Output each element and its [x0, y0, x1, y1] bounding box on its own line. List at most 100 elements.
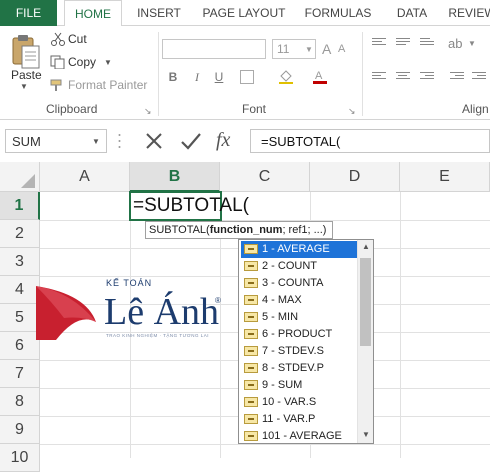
font-color-icon[interactable]: A: [312, 68, 328, 84]
grid-line: [400, 192, 401, 458]
row-header-10[interactable]: 10: [0, 444, 40, 472]
align-left-icon[interactable]: [372, 72, 386, 84]
align-center-icon[interactable]: [396, 72, 410, 84]
logo-subtitle: TRAO KINH NGHIỆM · TẶNG TƯƠNG LAI: [106, 333, 210, 338]
align-bottom-icon[interactable]: [420, 38, 434, 50]
group-separator: [362, 32, 363, 116]
align-top-icon[interactable]: [372, 38, 386, 50]
autocomplete-item[interactable]: 5 - MIN: [241, 309, 357, 326]
logo-name: Lê Ánh: [104, 291, 220, 333]
paste-button[interactable]: [9, 34, 43, 70]
decrease-indent-icon[interactable]: [450, 72, 464, 84]
clipboard-group-label: Clipboard: [46, 102, 98, 116]
cut-button[interactable]: Cut: [68, 32, 87, 46]
italic-button[interactable]: I: [188, 70, 206, 85]
format-painter-button[interactable]: Format Painter: [68, 78, 147, 92]
borders-icon[interactable]: [240, 70, 254, 84]
autocomplete-item[interactable]: 7 - STDEV.S: [241, 343, 357, 360]
font-size-combo[interactable]: 11 ▼: [272, 39, 316, 59]
tab-formulas[interactable]: FORMULAS: [298, 0, 378, 26]
copy-icon[interactable]: [50, 55, 66, 70]
tooltip-function-name[interactable]: SUBTOTAL(: [149, 224, 210, 236]
fill-color-icon[interactable]: [278, 68, 294, 84]
active-cell-b1[interactable]: =SUBTOTAL(: [129, 191, 249, 221]
tab-review[interactable]: REVIEW: [446, 0, 490, 26]
cut-icon[interactable]: [50, 32, 66, 46]
autocomplete-scrollbar[interactable]: ▲ ▼: [357, 240, 373, 443]
orientation-icon[interactable]: ab: [448, 36, 462, 51]
watermark-logo: KẾ TOÁN Lê Ánh ® TRAO KINH NGHIỆM · TẶNG…: [34, 278, 234, 342]
function-icon: [244, 329, 258, 339]
function-icon: [244, 346, 258, 356]
row-header-1[interactable]: 1: [0, 192, 40, 220]
autocomplete-item[interactable]: 1 - AVERAGE: [241, 241, 357, 258]
cancel-icon[interactable]: [144, 131, 164, 151]
copy-button[interactable]: Copy: [68, 55, 96, 69]
function-autocomplete-list[interactable]: 1 - AVERAGE 2 - COUNT 3 - COUNTA 4 - MAX…: [238, 239, 374, 444]
autocomplete-item[interactable]: 9 - SUM: [241, 377, 357, 394]
row-header-3[interactable]: 3: [0, 248, 40, 276]
column-header-b[interactable]: B: [130, 162, 220, 192]
font-launcher-icon[interactable]: ↘: [348, 106, 356, 117]
orientation-dropdown-icon[interactable]: ▼: [468, 39, 476, 48]
autocomplete-item[interactable]: 2 - COUNT: [241, 258, 357, 275]
format-painter-icon[interactable]: [50, 78, 66, 92]
alignment-group-label: Align: [462, 102, 489, 116]
svg-text:A: A: [315, 70, 323, 82]
select-all-corner[interactable]: [0, 162, 40, 192]
clipboard-launcher-icon[interactable]: ↘: [144, 106, 152, 117]
paste-icon: [12, 35, 40, 69]
autocomplete-item[interactable]: 8 - STDEV.P: [241, 360, 357, 377]
column-header-a[interactable]: A: [40, 162, 130, 192]
increase-font-icon[interactable]: A: [322, 41, 331, 57]
autocomplete-item[interactable]: 4 - MAX: [241, 292, 357, 309]
function-icon: [244, 363, 258, 373]
row-header-8[interactable]: 8: [0, 388, 40, 416]
row-header-2[interactable]: 2: [0, 220, 40, 248]
column-header-c[interactable]: C: [220, 162, 310, 192]
column-header-d[interactable]: D: [310, 162, 400, 192]
autocomplete-item[interactable]: 11 - VAR.P: [241, 411, 357, 428]
tab-insert[interactable]: INSERT: [128, 0, 190, 26]
copy-dropdown-icon[interactable]: ▼: [104, 58, 112, 67]
autocomplete-item[interactable]: 6 - PRODUCT: [241, 326, 357, 343]
underline-button[interactable]: U: [210, 70, 228, 84]
insert-function-button[interactable]: fx: [216, 129, 230, 152]
autocomplete-item[interactable]: 3 - COUNTA: [241, 275, 357, 292]
function-icon: [244, 397, 258, 407]
bold-button[interactable]: B: [164, 70, 182, 84]
tab-file[interactable]: FILE: [0, 0, 57, 26]
formula-text: =SUBTOTAL(: [261, 134, 341, 149]
row-header-7[interactable]: 7: [0, 360, 40, 388]
formula-input[interactable]: =SUBTOTAL(: [250, 129, 490, 153]
tab-home[interactable]: HOME: [64, 0, 122, 27]
decrease-font-icon[interactable]: A: [338, 43, 345, 55]
align-middle-icon[interactable]: [396, 38, 410, 50]
font-group-label: Font: [242, 102, 267, 116]
function-tooltip[interactable]: SUBTOTAL(function_num; ref1; ...): [145, 221, 333, 239]
scroll-up-arrow-icon[interactable]: ▲: [358, 242, 374, 251]
paste-label[interactable]: Paste: [11, 68, 42, 82]
font-name-combo[interactable]: [162, 39, 266, 59]
column-header-e[interactable]: E: [400, 162, 490, 192]
tab-page-layout[interactable]: PAGE LAYOUT: [196, 0, 292, 26]
row-header-9[interactable]: 9: [0, 416, 40, 444]
autocomplete-item[interactable]: 10 - VAR.S: [241, 394, 357, 411]
increase-indent-icon[interactable]: [472, 72, 486, 84]
autocomplete-item[interactable]: 101 - AVERAGE: [241, 428, 357, 445]
name-box[interactable]: SUM ▼: [5, 129, 107, 153]
scroll-down-arrow-icon[interactable]: ▼: [358, 430, 374, 439]
function-icon: [244, 414, 258, 424]
function-icon: [244, 244, 258, 254]
function-icon: [244, 295, 258, 305]
name-box-dropdown-icon[interactable]: ▼: [92, 137, 100, 146]
scroll-thumb[interactable]: [360, 258, 371, 346]
font-size-dropdown-icon[interactable]: ▼: [305, 45, 313, 54]
function-icon: [244, 380, 258, 390]
tooltip-active-argument[interactable]: function_num: [210, 224, 283, 236]
align-right-icon[interactable]: [420, 72, 434, 84]
function-icon: [244, 312, 258, 322]
enter-icon[interactable]: [180, 131, 202, 151]
tab-data[interactable]: DATA: [384, 0, 440, 26]
paste-dropdown-icon[interactable]: ▼: [20, 82, 28, 91]
